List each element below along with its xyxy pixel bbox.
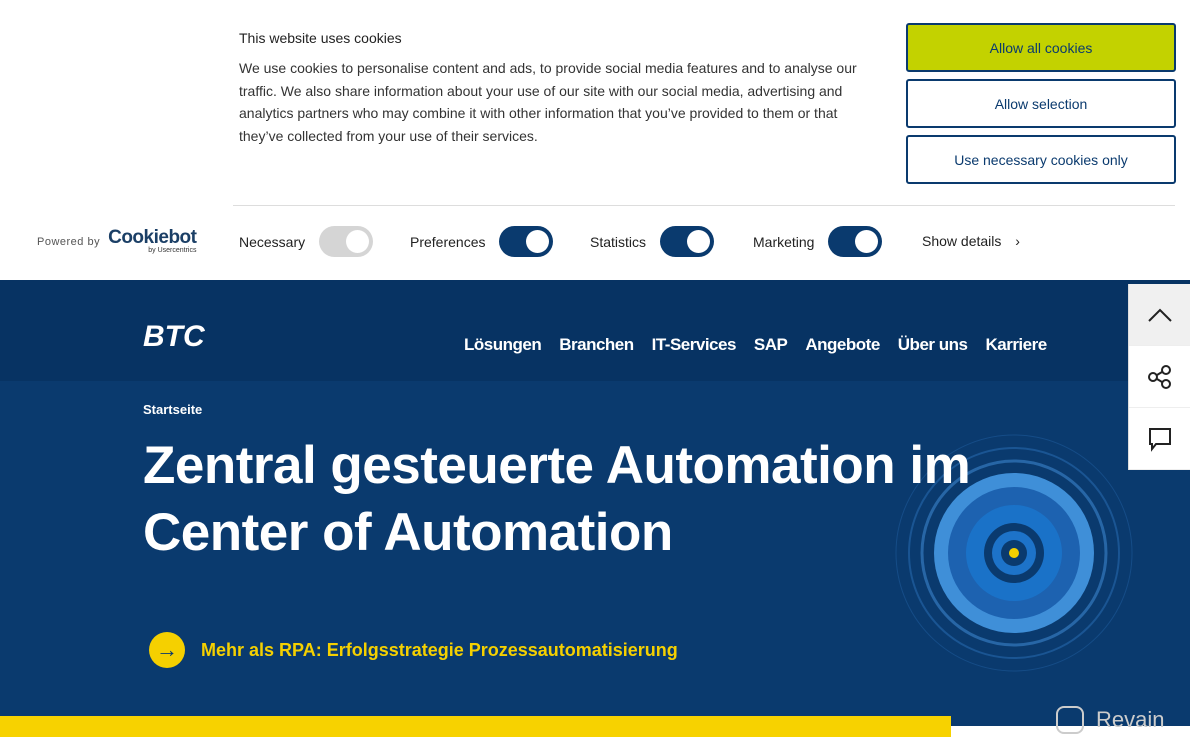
nav-branchen[interactable]: Branchen <box>559 335 634 355</box>
chat-button[interactable] <box>1129 408 1190 470</box>
cookiebot-branding[interactable]: Powered by Cookiebot by Usercentrics <box>37 227 197 254</box>
share-icon <box>1147 364 1171 389</box>
share-button[interactable] <box>1129 346 1190 408</box>
allow-selection-button[interactable]: Allow selection <box>906 79 1176 128</box>
revain-watermark: Revain <box>1056 706 1164 734</box>
nav-sap[interactable]: SAP <box>754 335 788 355</box>
divider <box>233 205 1175 206</box>
cta-label: Mehr als RPA: Erfolgsstrategie Prozessau… <box>201 639 678 660</box>
switch[interactable] <box>499 226 554 257</box>
toggle-necessary[interactable]: Necessary <box>239 226 374 257</box>
chevron-right-icon: › <box>1015 233 1020 249</box>
nav-angebote[interactable]: Angebote <box>805 335 880 355</box>
cookiebot-logo: Cookiebot by Usercentrics <box>108 227 197 254</box>
toggle-preferences[interactable]: Preferences <box>410 226 554 257</box>
chat-icon <box>1148 427 1171 452</box>
powered-by-label: Powered by <box>37 235 101 248</box>
breadcrumb[interactable]: Startseite <box>143 402 202 417</box>
arrow-right-icon: → <box>149 632 185 668</box>
switch[interactable] <box>660 226 715 257</box>
show-details-link[interactable]: Show details › <box>922 233 1020 249</box>
btc-logo[interactable]: BTC <box>143 320 205 354</box>
site-header: BTC Lösungen Branchen IT-Services SAP An… <box>0 280 1190 381</box>
toggle-statistics[interactable]: Statistics <box>590 226 715 257</box>
allow-all-cookies-button[interactable]: Allow all cookies <box>906 23 1176 72</box>
nav-karriere[interactable]: Karriere <box>985 335 1047 355</box>
chevron-up-icon <box>1147 308 1172 322</box>
toggle-marketing[interactable]: Marketing <box>753 226 883 257</box>
toggle-label: Necessary <box>239 233 306 250</box>
necessary-only-button[interactable]: Use necessary cookies only <box>906 135 1176 184</box>
hero-section: BTC Lösungen Branchen IT-Services SAP An… <box>0 280 1190 726</box>
toggle-label: Preferences <box>410 233 486 250</box>
yellow-accent-bar <box>0 716 951 737</box>
cookie-title: This website uses cookies <box>239 30 402 46</box>
toggle-label: Marketing <box>753 233 815 250</box>
scroll-top-button[interactable] <box>1129 284 1190 346</box>
cookie-banner: This website uses cookies We use cookies… <box>0 0 1190 280</box>
nav-ueber-uns[interactable]: Über uns <box>898 335 968 355</box>
switch[interactable] <box>319 226 374 257</box>
side-toolbar <box>1128 284 1190 470</box>
nav-it-services[interactable]: IT-Services <box>652 335 737 355</box>
main-nav: Lösungen Branchen IT-Services SAP Angebo… <box>464 335 1047 355</box>
switch[interactable] <box>828 226 883 257</box>
cookie-text: We use cookies to personalise content an… <box>239 60 857 145</box>
revain-logo-icon <box>1056 706 1084 734</box>
cta-link[interactable]: → Mehr als RPA: Erfolgsstrategie Prozessa… <box>149 632 678 668</box>
nav-loesungen[interactable]: Lösungen <box>464 335 542 355</box>
page-title: Zentral gesteuerte Automation im Center … <box>143 436 971 562</box>
toggle-label: Statistics <box>590 233 647 250</box>
